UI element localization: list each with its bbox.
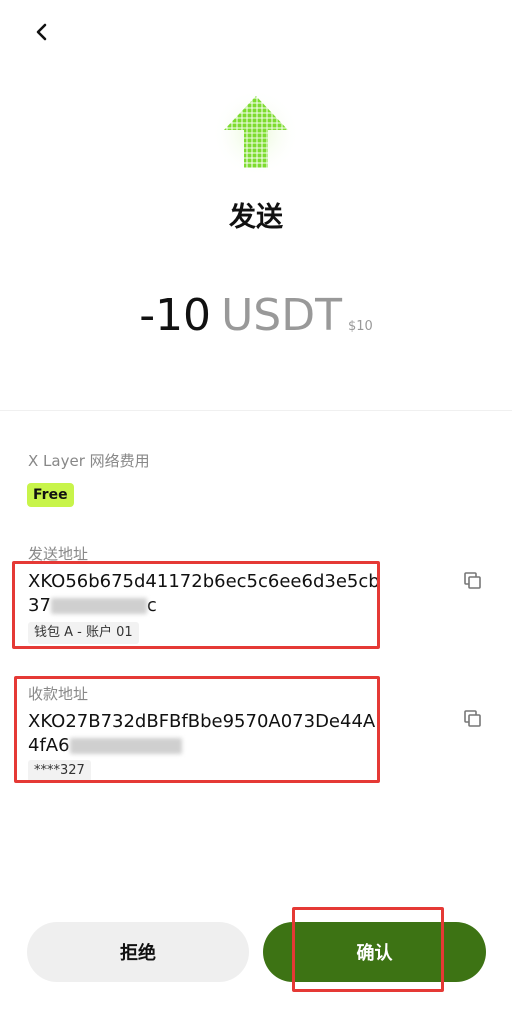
fee-badge: Free bbox=[27, 483, 74, 507]
copy-icon[interactable] bbox=[462, 570, 484, 592]
send-arrow-up-icon bbox=[212, 89, 300, 177]
divider bbox=[0, 410, 512, 411]
copy-icon[interactable] bbox=[462, 708, 484, 730]
amount-usd: $10 bbox=[347, 319, 373, 334]
chevron-left-icon[interactable] bbox=[30, 20, 54, 44]
reject-button[interactable]: 拒绝 bbox=[27, 922, 249, 982]
from-address-highlight bbox=[12, 561, 380, 649]
amount-display: -10 USDT $10 bbox=[0, 290, 512, 341]
confirm-button-highlight bbox=[292, 907, 444, 992]
to-address-highlight bbox=[14, 676, 380, 783]
amount-value: -10 bbox=[139, 290, 212, 341]
page-title: 发送 bbox=[229, 202, 283, 233]
amount-currency: USDT bbox=[221, 290, 342, 341]
network-fee-label: X Layer 网络费用 bbox=[28, 452, 150, 470]
